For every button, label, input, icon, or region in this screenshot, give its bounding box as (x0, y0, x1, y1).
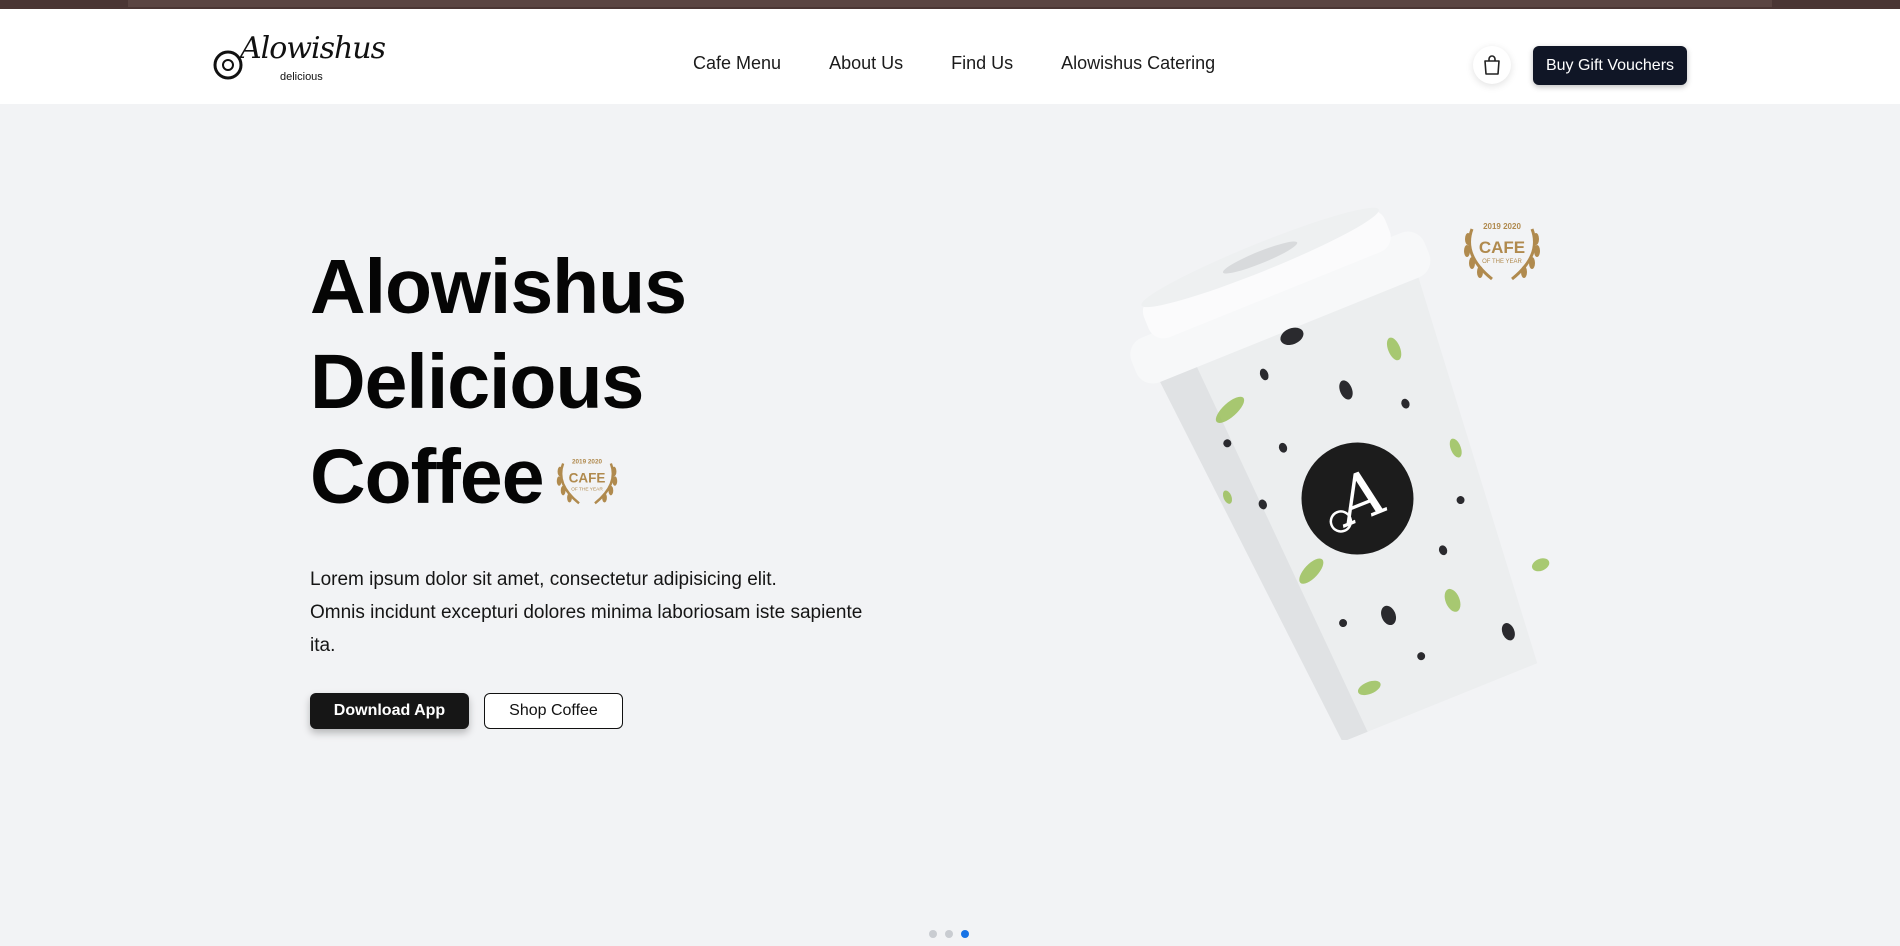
buy-gift-vouchers-button[interactable]: Buy Gift Vouchers (1533, 46, 1687, 85)
award-sub: OF THE YEAR (1482, 259, 1522, 265)
hero-title: Alowishus Delicious Coffee (310, 240, 687, 525)
brand-logo[interactable]: Alowishus delicious (212, 31, 386, 91)
carousel-indicators (929, 930, 969, 938)
award-title: CAFE (1479, 238, 1525, 257)
main-nav: Cafe Menu About Us Find Us Alowishus Cat… (693, 48, 1215, 78)
shopping-bag-icon (1484, 55, 1500, 75)
award-badge-icon: 2019 2020 CAFE OF THE YEAR (1464, 222, 1540, 281)
nav-catering[interactable]: Alowishus Catering (1061, 48, 1215, 78)
brand-name: Alowishus (240, 31, 386, 66)
carousel-dot-3[interactable] (961, 930, 969, 938)
hero-title-line-1: Alowishus (310, 244, 687, 330)
top-accent-bar (0, 0, 1900, 9)
hero-description-line-2: Omnis incidunt excepturi dolores minima … (310, 602, 863, 656)
nav-about-us[interactable]: About Us (829, 48, 903, 78)
nav-cafe-menu[interactable]: Cafe Menu (693, 48, 781, 78)
badge-small-sub: OF THE YEAR (571, 487, 603, 493)
carousel-dot-1[interactable] (929, 930, 937, 938)
award-years: 2019 2020 (1483, 222, 1521, 231)
site-header: Alowishus delicious Cafe Menu About Us F… (0, 9, 1900, 104)
badge-small-years: 2019 2020 (572, 459, 603, 466)
hero-description-line-1: Lorem ipsum dolor sit amet, consectetur … (310, 569, 777, 590)
nav-find-us[interactable]: Find Us (951, 48, 1013, 78)
cart-button[interactable] (1473, 46, 1511, 84)
award-badge-small-icon: 2019 2020 CAFE OF THE YEAR (556, 459, 618, 505)
carousel-dot-2[interactable] (945, 930, 953, 938)
brand-subtitle: delicious (280, 71, 323, 83)
hero-title-line-2: Delicious (310, 339, 644, 425)
hero-title-line-3: Coffee (310, 434, 545, 520)
badge-small-title: CAFE (569, 471, 606, 486)
shop-coffee-button[interactable]: Shop Coffee (484, 693, 623, 729)
download-app-button[interactable]: Download App (310, 693, 469, 729)
hero-description: Lorem ipsum dolor sit amet, consectetur … (310, 563, 890, 662)
